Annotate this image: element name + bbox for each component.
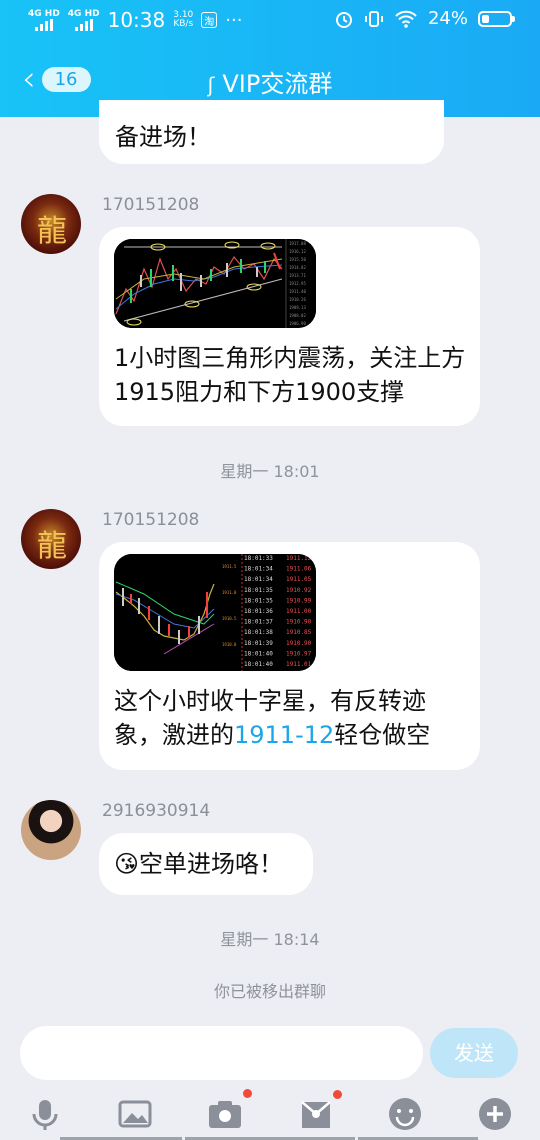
tick-time: 18:01:36 [244, 608, 273, 615]
chat-title-text: VIP交流群 [222, 70, 333, 98]
red-packet-icon[interactable] [296, 1094, 336, 1134]
avatar[interactable] [21, 800, 81, 860]
message-text: 备进场！ [115, 123, 211, 151]
message-text: 😘空单进场咯！ [114, 847, 283, 881]
tick-price: 1911.05 [286, 576, 312, 583]
tick-price: 1910.99 [286, 597, 312, 604]
mic-icon[interactable] [25, 1094, 65, 1134]
signal-2: 4G HD [68, 9, 100, 31]
plus-icon[interactable] [475, 1094, 515, 1134]
tick-price: 1911.12 [286, 555, 312, 562]
tick-list: 18:01:33 1911.12 18:01:34 1911.06 18:01:34 19… [244, 555, 312, 668]
tick-time: 18:01:40 [244, 650, 273, 657]
message-bubble[interactable]: 1917.08 1916.12 1915.50 1914.82 1913.71 1912.… [99, 227, 480, 426]
tick-time: 18:01:40 [244, 661, 273, 668]
tick-time: 18:01:34 [244, 576, 273, 583]
chat-title[interactable]: ʃ VIP交流群 [0, 64, 540, 99]
tick-time: 18:01:38 [244, 629, 273, 636]
network-label-2: 4G HD [67, 9, 100, 19]
message-bubble[interactable]: 备进场！ [99, 100, 444, 164]
battery-icon [478, 10, 515, 27]
message-bubble[interactable]: 😘空单进场咯！ [99, 833, 313, 895]
avatar[interactable]: 龍 [21, 509, 81, 569]
notification-dot [243, 1089, 252, 1098]
sender-name: 170151208 [102, 195, 200, 215]
svg-text:1911.40: 1911.40 [289, 289, 306, 294]
net-speed: 3.10 KB/s [173, 10, 194, 29]
notification-dot [333, 1090, 342, 1099]
svg-text:1915.50: 1915.50 [289, 257, 306, 262]
chart-image[interactable]: 1917.08 1916.12 1915.50 1914.82 1913.71 1912.… [114, 239, 316, 328]
chart-image[interactable]: 1911.5 1911.0 1910.5 1910.0 18:01:33 1911.12… [114, 554, 316, 671]
svg-text:1910.5: 1910.5 [222, 616, 237, 621]
message-bubble[interactable]: 1911.5 1911.0 1910.5 1910.0 18:01:33 1911.12… [99, 542, 480, 770]
tick-price: 1911.00 [286, 608, 312, 615]
message-input[interactable] [20, 1026, 423, 1080]
avatar[interactable]: 龍 [21, 194, 81, 254]
battery-percent: 24% [427, 8, 468, 29]
svg-text:1911.5: 1911.5 [222, 564, 237, 569]
tick-price: 1910.92 [286, 587, 312, 594]
svg-text:1909.13: 1909.13 [289, 305, 306, 310]
ear-icon: ʃ [207, 73, 215, 97]
bottom-toolbar [0, 1086, 540, 1140]
status-bar: 4G HD 4G HD 10:38 3.10 KB/s 淘 ··· 24% [28, 8, 515, 36]
tick-price: 1910.85 [286, 629, 312, 636]
tick-time: 18:01:35 [244, 587, 273, 594]
tick-time: 18:01:33 [244, 555, 273, 562]
emoji: 😘 [114, 850, 140, 878]
network-label-1: 4G HD [28, 9, 60, 19]
svg-text:1914.82: 1914.82 [289, 265, 306, 270]
sender-name: 170151208 [102, 510, 200, 530]
signal-bars-icon [74, 19, 93, 31]
svg-text:1912.95: 1912.95 [289, 281, 306, 286]
tick-price: 1910.90 [286, 640, 312, 647]
camera-icon[interactable] [205, 1094, 245, 1134]
image-icon[interactable] [115, 1094, 155, 1134]
wifi-icon [395, 10, 417, 28]
more-notifications: ··· [225, 9, 243, 31]
tick-price: 1910.90 [286, 619, 312, 626]
nav-bar: ‹ 16 ʃ VIP交流群 [0, 60, 540, 100]
tick-price: 1911.01 [286, 661, 312, 668]
svg-text:1910.26: 1910.26 [289, 297, 306, 302]
tick-time: 18:01:35 [244, 597, 273, 604]
sender-name: 2916930914 [102, 801, 211, 821]
svg-text:1906.90: 1906.90 [289, 321, 306, 326]
send-button[interactable]: 发送 [430, 1028, 518, 1078]
taobao-notification-icon: 淘 [201, 12, 218, 28]
message-text: 1小时图三角形内震荡，关注上方1915阻力和下方1900支撑 [114, 344, 466, 406]
system-notice: 你已被移出群聊 [213, 982, 326, 1001]
message-link[interactable]: 1911-12 [234, 721, 334, 749]
alarm-icon [335, 11, 352, 28]
message-text: 这个小时收十字星，有反转迹象，激进的1911-12轻仓做空 [114, 684, 469, 752]
timestamp: 星期一 18:14 [220, 930, 320, 949]
signal-bars-icon [34, 19, 53, 31]
tick-time: 18:01:34 [244, 566, 273, 573]
svg-text:1913.71: 1913.71 [289, 273, 306, 278]
message-text-part: 轻仓做空 [334, 721, 431, 749]
emoji-icon[interactable] [385, 1094, 425, 1134]
svg-text:1917.08: 1917.08 [289, 241, 306, 246]
svg-text:1911.0: 1911.0 [222, 590, 237, 595]
timestamp: 星期一 18:01 [220, 462, 320, 481]
clock: 10:38 [107, 8, 166, 32]
svg-text:1916.12: 1916.12 [289, 249, 306, 254]
vibrate-icon [364, 10, 383, 27]
tick-time: 18:01:39 [244, 640, 273, 647]
tick-price: 1910.97 [286, 650, 312, 657]
tick-time: 18:01:37 [244, 619, 273, 626]
svg-text:1910.0: 1910.0 [222, 642, 237, 647]
message-text-part: 空单进场咯！ [139, 850, 284, 878]
tick-price: 1911.06 [286, 566, 312, 573]
svg-text:1908.02: 1908.02 [289, 313, 306, 318]
signal-1: 4G HD [28, 9, 60, 31]
